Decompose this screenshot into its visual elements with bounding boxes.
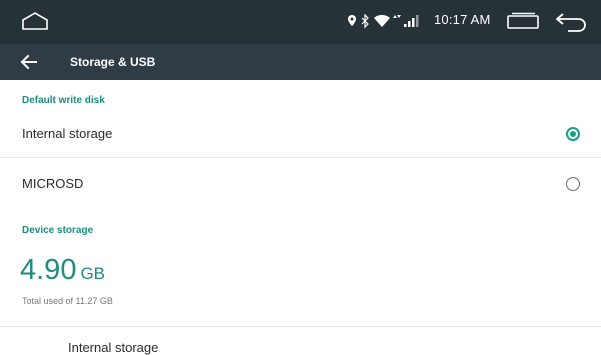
option-label: MICROSD bbox=[22, 176, 84, 191]
location-icon bbox=[348, 15, 356, 26]
app-bar: Storage & USB bbox=[0, 44, 601, 80]
option-label: Internal storage bbox=[22, 126, 113, 141]
back-arrow-icon[interactable] bbox=[20, 53, 38, 71]
section-header-default-write-disk: Default write disk bbox=[22, 95, 105, 106]
home-icon[interactable] bbox=[22, 12, 48, 30]
recents-icon[interactable] bbox=[507, 12, 539, 32]
storage-used-unit: GB bbox=[80, 264, 106, 283]
radio-selected-icon[interactable] bbox=[566, 127, 580, 141]
bluetooth-icon bbox=[361, 14, 369, 29]
radio-unselected-icon[interactable] bbox=[566, 177, 580, 191]
back-icon[interactable] bbox=[554, 10, 588, 34]
storage-used-number: 4.90 bbox=[20, 254, 77, 286]
page-title: Storage & USB bbox=[70, 55, 156, 69]
divider bbox=[0, 326, 601, 327]
storage-item-internal[interactable]: Internal storage bbox=[68, 340, 158, 355]
option-internal-storage[interactable]: Internal storage bbox=[0, 110, 601, 158]
option-microsd[interactable]: MICROSD bbox=[0, 160, 601, 208]
status-icons bbox=[348, 14, 419, 29]
status-bar: 10:17 AM bbox=[0, 0, 601, 44]
storage-used-value: 4.90 GB bbox=[20, 254, 105, 287]
wifi-icon bbox=[374, 15, 390, 27]
status-time: 10:17 AM bbox=[434, 12, 491, 27]
signal-icon bbox=[404, 15, 419, 27]
storage-total-text: Total used of 11.27 GB bbox=[22, 296, 113, 306]
divider bbox=[0, 157, 601, 158]
section-header-device-storage: Device storage bbox=[22, 225, 94, 236]
